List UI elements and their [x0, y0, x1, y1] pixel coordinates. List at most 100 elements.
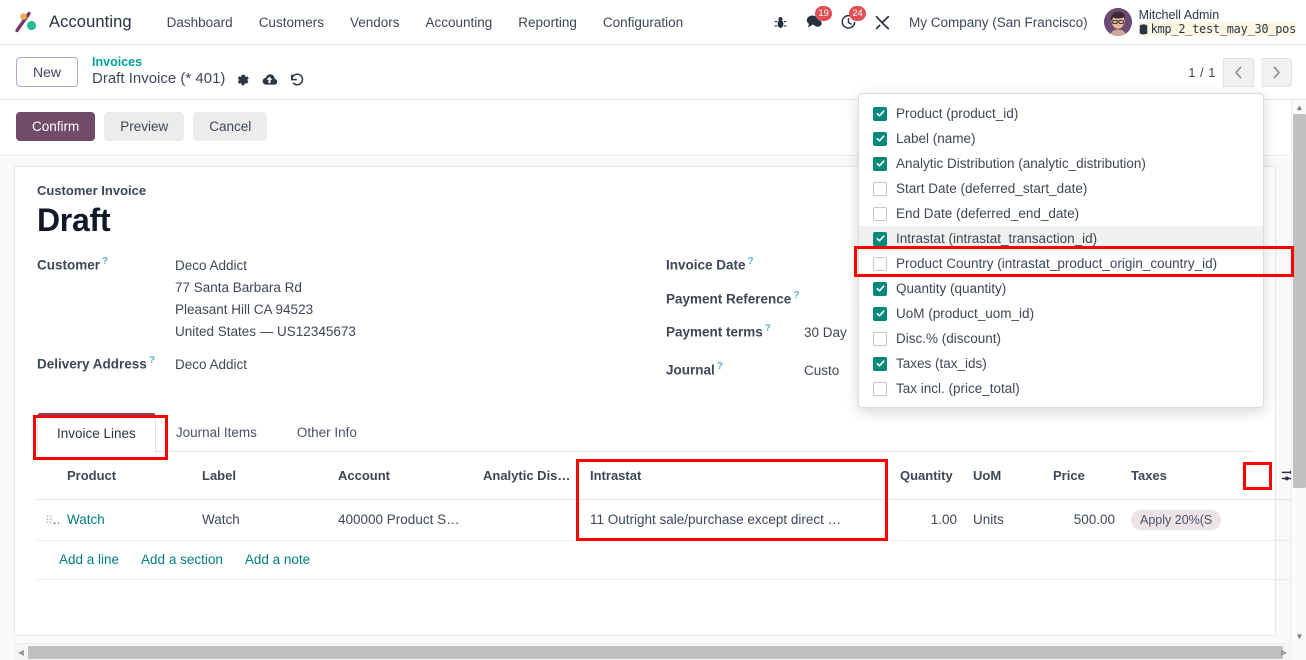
column-header-product[interactable]: Product [59, 451, 194, 500]
table-row[interactable]: ⠿ Watch Watch 400000 Product S… 11 Outri… [37, 499, 1302, 541]
help-icon[interactable]: ? [748, 256, 754, 267]
tab-other-info[interactable]: Other Info [277, 413, 377, 452]
dropdown-item-taxes[interactable]: Taxes (tax_ids) [859, 351, 1263, 376]
dropdown-item-product[interactable]: Product (product_id) [859, 101, 1263, 126]
confirm-button[interactable]: Confirm [16, 112, 96, 141]
checkbox-checked-icon[interactable] [873, 131, 887, 146]
company-switcher[interactable]: My Company (San Francisco) [899, 9, 1098, 36]
checkbox-checked-icon[interactable] [873, 106, 887, 121]
menu-item-configuration[interactable]: Configuration [590, 9, 696, 36]
menu-item-customers[interactable]: Customers [246, 9, 337, 36]
cell-product[interactable]: Watch [59, 499, 194, 541]
checkbox-unchecked-icon[interactable] [873, 381, 887, 396]
drag-handle-icon[interactable]: ⠿ [45, 512, 59, 527]
dropdown-item-end-date[interactable]: End Date (deferred_end_date) [859, 201, 1263, 226]
field-payment-terms-value[interactable]: 30 Day [804, 322, 847, 344]
checkbox-checked-icon[interactable] [873, 281, 887, 296]
brand-block[interactable]: Accounting [14, 9, 132, 35]
messages-icon[interactable]: 19 [797, 5, 833, 39]
customer-street: 77 Santa Barbara Rd [175, 279, 302, 295]
tax-tag[interactable]: Apply 20%(S [1131, 509, 1222, 530]
column-header-uom[interactable]: UoM [965, 451, 1045, 500]
customer-name: Deco Addict [175, 258, 248, 273]
dropdown-item-discount[interactable]: Disc.% (discount) [859, 326, 1263, 351]
dropdown-item-analytic-distribution[interactable]: Analytic Distribution (analytic_distribu… [859, 151, 1263, 176]
vertical-scrollbar-thumb[interactable] [1293, 114, 1306, 488]
dropdown-item-label-name[interactable]: Label (name) [859, 126, 1263, 151]
cell-quantity[interactable]: 1.00 [892, 499, 965, 541]
activities-clock-icon[interactable]: 24 [831, 5, 867, 39]
field-invoice-date-label: Invoice Date? [666, 255, 804, 273]
column-header-account[interactable]: Account [330, 451, 475, 500]
checkbox-checked-icon[interactable] [873, 156, 887, 171]
checkbox-checked-icon[interactable] [873, 306, 887, 321]
vertical-scrollbar[interactable]: ▲ ▼ [1291, 100, 1306, 643]
cloud-upload-icon[interactable] [261, 73, 278, 87]
cell-uom[interactable]: Units [965, 499, 1045, 541]
checkbox-unchecked-icon[interactable] [873, 256, 887, 271]
help-icon[interactable]: ? [765, 323, 771, 334]
tab-invoice-lines[interactable]: Invoice Lines [37, 412, 156, 452]
cell-taxes[interactable]: Apply 20%(S [1123, 499, 1268, 541]
dropdown-item-uom[interactable]: UoM (product_uom_id) [859, 301, 1263, 326]
menu-item-reporting[interactable]: Reporting [505, 9, 590, 36]
dropdown-item-start-date[interactable]: Start Date (deferred_start_date) [859, 176, 1263, 201]
scroll-right-arrow-icon[interactable]: ▶ [1277, 644, 1291, 660]
menu-item-accounting[interactable]: Accounting [413, 9, 506, 36]
cell-account[interactable]: 400000 Product S… [330, 499, 475, 541]
horizontal-scrollbar[interactable]: ◀ ▶ [14, 643, 1291, 660]
tab-journal-items[interactable]: Journal Items [156, 413, 277, 452]
add-a-line-button[interactable]: Add a line [59, 552, 119, 567]
database-icon [1139, 24, 1147, 35]
dropdown-item-intrastat[interactable]: Intrastat (intrastat_transaction_id) [859, 226, 1263, 251]
gear-icon[interactable] [236, 73, 250, 87]
menu-item-dashboard[interactable]: Dashboard [154, 9, 246, 36]
checkbox-checked-icon[interactable] [873, 356, 887, 371]
breadcrumb-invoices-link[interactable]: Invoices [92, 55, 305, 71]
column-header-taxes[interactable]: Taxes [1123, 451, 1268, 500]
checkbox-unchecked-icon[interactable] [873, 206, 887, 221]
column-header-analytic-distribution[interactable]: Analytic Dis… [475, 451, 582, 500]
scroll-left-arrow-icon[interactable]: ◀ [14, 644, 28, 660]
scroll-down-arrow-icon[interactable]: ▼ [1292, 629, 1306, 643]
menu-item-vendors[interactable]: Vendors [337, 9, 413, 36]
column-header-intrastat[interactable]: Intrastat [582, 451, 892, 500]
add-a-note-button[interactable]: Add a note [245, 552, 310, 567]
journal-label-text: Journal [666, 362, 715, 378]
field-delivery-address-value[interactable]: Deco Addict [175, 354, 247, 376]
dropdown-item-quantity[interactable]: Quantity (quantity) [859, 276, 1263, 301]
cancel-button[interactable]: Cancel [193, 112, 268, 141]
pager: 1 / 1 [1188, 57, 1292, 87]
add-a-section-button[interactable]: Add a section [141, 552, 223, 567]
help-icon[interactable]: ? [793, 290, 799, 301]
help-icon[interactable]: ? [102, 256, 108, 267]
field-journal-value[interactable]: Custo [804, 360, 839, 382]
new-record-button[interactable]: New [16, 57, 79, 87]
pager-next-button[interactable] [1261, 57, 1292, 87]
checkbox-unchecked-icon[interactable] [873, 331, 887, 346]
horizontal-scrollbar-thumb[interactable] [28, 646, 1283, 659]
column-header-label[interactable]: Label [194, 451, 330, 500]
discard-icon[interactable] [289, 72, 305, 87]
checkbox-checked-icon[interactable] [873, 231, 887, 246]
field-customer-value[interactable]: Deco Addict 77 Santa Barbara Rd Pleasant… [175, 255, 356, 342]
column-header-quantity[interactable]: Quantity [892, 451, 965, 500]
preview-button[interactable]: Preview [104, 112, 185, 141]
dropdown-item-product-country[interactable]: Product Country (intrastat_product_origi… [859, 251, 1263, 276]
help-icon[interactable]: ? [149, 355, 155, 366]
bug-icon[interactable] [763, 5, 797, 39]
pager-previous-button[interactable] [1223, 57, 1254, 87]
column-header-price[interactable]: Price [1045, 451, 1123, 500]
checkbox-unchecked-icon[interactable] [873, 181, 887, 196]
product-link[interactable]: Watch [67, 512, 105, 527]
user-menu[interactable]: Mitchell Admin kmp_2_test_may_30_pos [1098, 8, 1296, 37]
user-info: Mitchell Admin kmp_2_test_may_30_pos [1138, 8, 1296, 37]
cell-label[interactable]: Watch [194, 499, 330, 541]
wrench-icon[interactable] [865, 5, 899, 39]
dropdown-item-tax-incl[interactable]: Tax incl. (price_total) [859, 376, 1263, 401]
help-icon[interactable]: ? [717, 361, 723, 372]
cell-price[interactable]: 500.00 [1045, 499, 1123, 541]
cell-intrastat[interactable]: 11 Outright sale/purchase except direct … [582, 499, 892, 541]
scroll-up-arrow-icon[interactable]: ▲ [1292, 100, 1306, 114]
cell-analytic-distribution[interactable] [475, 499, 582, 541]
